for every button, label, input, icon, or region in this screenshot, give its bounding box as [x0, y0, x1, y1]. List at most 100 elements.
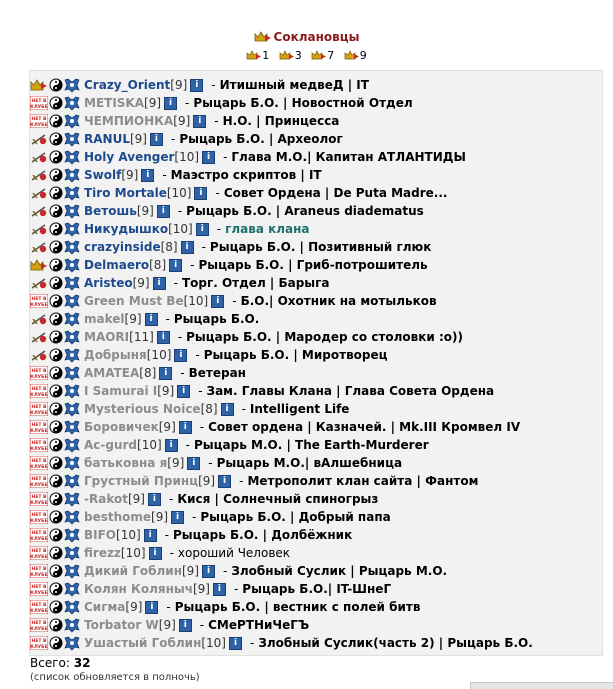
info-icon[interactable]: i [202, 564, 215, 578]
info-icon[interactable]: i [190, 78, 204, 92]
member-status: хороший Человек [177, 546, 291, 560]
member-nick-link[interactable]: Ac-gurd [84, 438, 137, 452]
page-link-9[interactable]: 9 [344, 49, 367, 62]
info-icon[interactable]: i [171, 510, 185, 524]
info-icon[interactable]: i [211, 294, 225, 308]
member-status: Рыцарь Б.О.| IT-ШнеГ [242, 582, 392, 596]
member-status: Рыцарь Б.О. [173, 312, 260, 326]
member-nick-link[interactable]: Swolf [84, 168, 121, 182]
list-item: НЕТ В КЛУБЕ Green Must Be [10] i - Б.О.| Охотн… [30, 292, 437, 310]
info-icon[interactable]: i [195, 222, 209, 236]
info-icon[interactable]: i [148, 546, 162, 560]
member-nick-link[interactable]: Грустный Принц [84, 474, 198, 488]
separator: - [223, 150, 228, 164]
member-status: Рыцарь М.О. | The Earth-Murderer [194, 438, 429, 452]
page-link-1[interactable]: 1 [246, 49, 269, 62]
member-nick-link[interactable]: Никудышко [84, 222, 168, 236]
member-level: [9] [158, 618, 176, 632]
info-icon[interactable]: i [156, 204, 170, 218]
svg-text:КЛУБЕ: КЛУБЕ [30, 518, 47, 524]
list-item: НЕТ В КЛУБЕ besthome [9] i - Рыцарь Б.О. | Доб… [30, 508, 391, 526]
info-icon[interactable]: i [164, 96, 178, 110]
member-status: Ветеран [188, 366, 246, 380]
separator: - [232, 294, 237, 308]
member-nick-link[interactable]: Green Must Be [84, 294, 184, 308]
info-icon[interactable]: i [145, 600, 159, 614]
info-icon[interactable]: i [194, 186, 208, 200]
info-icon[interactable]: i [180, 240, 194, 254]
info-icon[interactable]: i [149, 132, 163, 146]
list-item: НЕТ В КЛУБЕ батьковна я [9] i - Рыцарь М.О.| в… [30, 454, 402, 472]
member-nick-link[interactable]: BIFO [84, 528, 116, 542]
list-item: Holy Avenger [10] i - Глава М.О.| Капитан АТ… [30, 148, 466, 166]
page-link-7[interactable]: 7 [311, 49, 334, 62]
info-icon[interactable]: i [147, 492, 161, 506]
info-icon[interactable]: i [159, 366, 173, 380]
clan-emblem-icon [64, 438, 80, 452]
info-icon[interactable]: i [229, 636, 242, 650]
member-nick-link[interactable]: ЧЕМПИОНКА [84, 114, 173, 128]
list-item: НЕТ В КЛУБЕ Сигма [9] i - Рыцарь Б.О. | вестни… [30, 598, 420, 616]
member-nick-link[interactable]: Дикий Гоблин [84, 564, 182, 578]
info-icon[interactable]: i [218, 474, 232, 488]
page-title: Соклановцы [0, 30, 613, 44]
member-nick-link[interactable]: Ушастый Гоблин [84, 636, 201, 650]
member-nick-link[interactable]: RANUL [84, 132, 130, 146]
info-icon[interactable]: i [193, 114, 207, 128]
svg-text:НЕТ В: НЕТ В [32, 494, 47, 500]
yin-yang-icon [49, 546, 63, 560]
separator: - [165, 312, 170, 326]
member-nick-link[interactable]: Holy Avenger [84, 150, 174, 164]
member-nick-link[interactable]: MAORI [84, 330, 129, 344]
member-nick-link[interactable]: Mysterious Noice [84, 402, 201, 416]
member-nick-link[interactable]: Delmaero [84, 258, 149, 272]
info-icon[interactable]: i [156, 330, 170, 344]
member-nick-link[interactable]: AMATEA [84, 366, 139, 380]
info-icon[interactable]: i [178, 420, 192, 434]
member-nick-link[interactable]: firezz [84, 546, 121, 560]
info-icon[interactable]: i [144, 312, 158, 326]
member-nick-link[interactable]: Добрыня [84, 348, 147, 362]
member-nick-link[interactable]: Crazy_Orient [84, 78, 170, 92]
member-nick-link[interactable]: Torbator W [84, 618, 159, 632]
info-icon[interactable]: i [143, 528, 157, 542]
member-nick-link[interactable]: besthome [84, 510, 151, 524]
list-item: Swolf [9] i - Маэстро скриптов | IT [30, 166, 322, 184]
separator: - [180, 366, 185, 380]
member-nick-link[interactable]: makel [84, 312, 125, 326]
crown-icon [279, 50, 294, 60]
info-icon[interactable]: i [202, 150, 216, 164]
clan-emblem-icon [64, 96, 80, 110]
list-item: НЕТ В КЛУБЕ METISKA [9] i - Рыцарь Б.О. | Ново… [30, 94, 413, 112]
info-icon[interactable]: i [177, 384, 191, 398]
member-nick-link[interactable]: Сигма [84, 600, 125, 614]
yin-yang-icon [49, 96, 63, 110]
yin-yang-icon [49, 582, 63, 596]
member-nick-link[interactable]: Ветошь [84, 204, 137, 218]
info-icon[interactable]: i [178, 618, 192, 632]
info-icon[interactable]: i [152, 276, 166, 290]
crown-flag-icon [30, 79, 47, 91]
member-nick-link[interactable]: -Rakot [84, 492, 128, 506]
info-icon[interactable]: i [141, 168, 155, 182]
info-icon[interactable]: i [187, 456, 201, 470]
info-icon[interactable]: i [220, 402, 234, 416]
member-level: [9] [144, 96, 162, 110]
separator: - [177, 204, 183, 218]
member-nick-link[interactable]: батьковна я [84, 456, 167, 470]
info-icon[interactable]: i [164, 438, 178, 452]
member-status: Рыцарь Б.О. | Археолог [179, 132, 343, 146]
yin-yang-icon [49, 150, 63, 164]
member-nick-link[interactable]: Tiro Mortale [84, 186, 167, 200]
info-icon[interactable]: i [174, 348, 188, 362]
page-link-3[interactable]: 3 [279, 49, 302, 62]
info-icon[interactable]: i [212, 582, 226, 596]
member-nick-link[interactable]: Aristeo [84, 276, 133, 290]
member-nick-link[interactable]: Боровичек [84, 420, 159, 434]
member-nick-link[interactable]: I Samurai I [84, 384, 157, 398]
yin-yang-icon [49, 402, 63, 416]
member-nick-link[interactable]: Колян Коляныч [84, 582, 193, 596]
member-nick-link[interactable]: METISKA [84, 96, 144, 110]
info-icon[interactable]: i [169, 258, 183, 272]
member-nick-link[interactable]: crazyinside [84, 240, 161, 254]
